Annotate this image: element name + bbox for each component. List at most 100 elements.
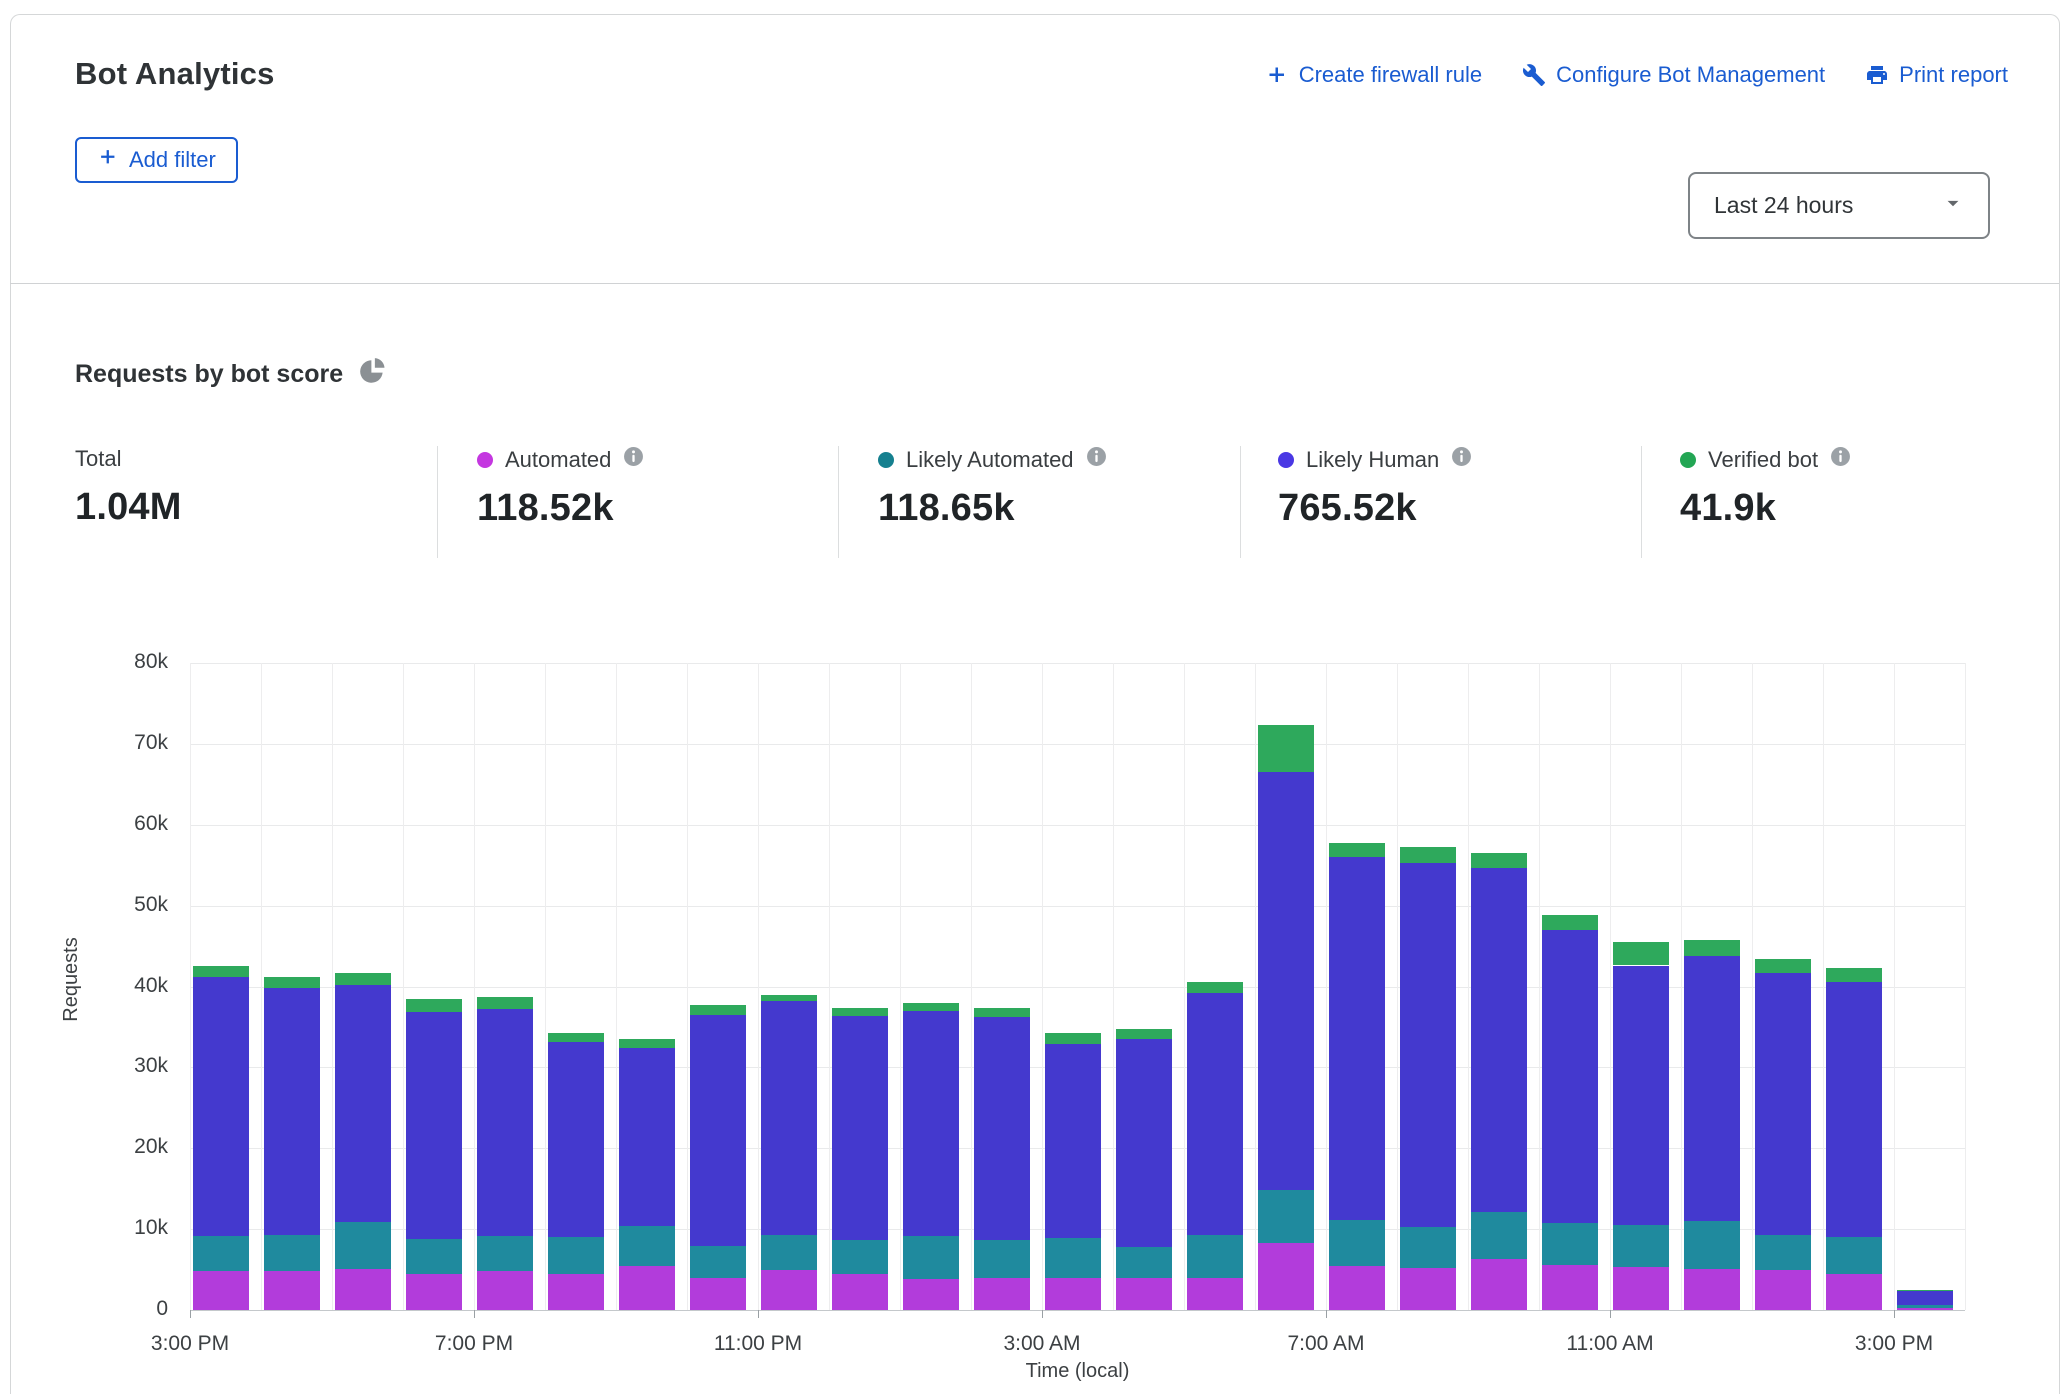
bar-segment-automated[interactable] <box>264 1271 320 1310</box>
bar-segment-likely-automated[interactable] <box>1684 1221 1740 1269</box>
bar-segment-likely-human[interactable] <box>903 1011 959 1237</box>
bar-segment-likely-automated[interactable] <box>1045 1238 1101 1278</box>
bar-segment-verified-bot[interactable] <box>1045 1033 1101 1044</box>
bar-segment-likely-automated[interactable] <box>193 1236 249 1271</box>
bar-segment-likely-human[interactable] <box>1258 772 1314 1189</box>
bar-segment-likely-automated[interactable] <box>335 1222 391 1269</box>
bar-segment-verified-bot[interactable] <box>1542 915 1598 930</box>
bar-segment-likely-automated[interactable] <box>1400 1227 1456 1268</box>
bar-segment-verified-bot[interactable] <box>1613 942 1669 965</box>
bar-segment-verified-bot[interactable] <box>1329 843 1385 858</box>
bar-segment-likely-human[interactable] <box>690 1015 746 1246</box>
bar-segment-likely-automated[interactable] <box>1116 1247 1172 1279</box>
time-range-dropdown[interactable]: Last 24 hours <box>1688 172 1990 239</box>
bar-segment-verified-bot[interactable] <box>264 977 320 988</box>
bar-segment-likely-human[interactable] <box>548 1042 604 1238</box>
bar-segment-verified-bot[interactable] <box>619 1039 675 1048</box>
bar-segment-automated[interactable] <box>477 1271 533 1310</box>
bar-segment-verified-bot[interactable] <box>406 999 462 1012</box>
bar-segment-automated[interactable] <box>1258 1243 1314 1310</box>
bar-segment-verified-bot[interactable] <box>974 1008 1030 1018</box>
bar-segment-automated[interactable] <box>761 1270 817 1310</box>
legend-item-likely-automated[interactable]: Likely Automated <box>878 446 1107 473</box>
info-icon[interactable] <box>1451 446 1472 473</box>
bar-segment-verified-bot[interactable] <box>1258 725 1314 772</box>
bar-segment-likely-human[interactable] <box>1897 1291 1953 1306</box>
bar-segment-automated[interactable] <box>335 1269 391 1310</box>
bar-segment-likely-automated[interactable] <box>1329 1220 1385 1265</box>
bar-segment-likely-human[interactable] <box>761 1001 817 1235</box>
bar-segment-verified-bot[interactable] <box>1116 1029 1172 1040</box>
bar-segment-likely-human[interactable] <box>832 1016 888 1240</box>
bar-segment-likely-automated[interactable] <box>264 1235 320 1271</box>
add-filter-button[interactable]: Add filter <box>75 137 238 183</box>
bar-segment-verified-bot[interactable] <box>335 973 391 985</box>
bar-segment-verified-bot[interactable] <box>1826 968 1882 983</box>
bar-segment-verified-bot[interactable] <box>477 997 533 1009</box>
bar-segment-likely-human[interactable] <box>1755 973 1811 1235</box>
info-icon[interactable] <box>1830 446 1851 473</box>
legend-item-automated[interactable]: Automated <box>477 446 644 473</box>
bar-segment-verified-bot[interactable] <box>1187 982 1243 993</box>
bar-segment-automated[interactable] <box>1542 1265 1598 1310</box>
bar-segment-automated[interactable] <box>193 1271 249 1310</box>
bar-segment-likely-automated[interactable] <box>690 1246 746 1278</box>
bar-segment-likely-human[interactable] <box>1045 1044 1101 1238</box>
bar-segment-likely-automated[interactable] <box>406 1239 462 1274</box>
bar-segment-verified-bot[interactable] <box>193 966 249 977</box>
bar-segment-verified-bot[interactable] <box>1400 847 1456 862</box>
bar-segment-verified-bot[interactable] <box>1897 1290 1953 1291</box>
bar-segment-automated[interactable] <box>974 1278 1030 1310</box>
legend-item-likely-human[interactable]: Likely Human <box>1278 446 1472 473</box>
bar-segment-verified-bot[interactable] <box>761 995 817 1001</box>
bar-segment-likely-automated[interactable] <box>619 1226 675 1266</box>
bar-segment-likely-automated[interactable] <box>832 1240 888 1275</box>
bar-segment-automated[interactable] <box>903 1279 959 1310</box>
bar-segment-likely-human[interactable] <box>1116 1039 1172 1247</box>
bar-segment-likely-automated[interactable] <box>1897 1305 1953 1307</box>
bar-segment-verified-bot[interactable] <box>690 1005 746 1015</box>
bar-segment-likely-human[interactable] <box>477 1009 533 1235</box>
bar-segment-likely-human[interactable] <box>974 1017 1030 1239</box>
bar-segment-likely-human[interactable] <box>406 1012 462 1239</box>
bar-segment-verified-bot[interactable] <box>1684 940 1740 955</box>
bar-segment-likely-human[interactable] <box>193 977 249 1237</box>
bar-segment-automated[interactable] <box>1400 1268 1456 1310</box>
bar-segment-automated[interactable] <box>1897 1308 1953 1310</box>
bar-segment-automated[interactable] <box>1116 1278 1172 1310</box>
bar-segment-automated[interactable] <box>1613 1267 1669 1310</box>
bar-segment-automated[interactable] <box>1187 1278 1243 1310</box>
bar-segment-likely-human[interactable] <box>1471 868 1527 1212</box>
bar-segment-automated[interactable] <box>1471 1259 1527 1310</box>
info-icon[interactable] <box>1086 446 1107 473</box>
legend-item-verified-bot[interactable]: Verified bot <box>1680 446 1851 473</box>
bar-segment-likely-automated[interactable] <box>974 1240 1030 1279</box>
bar-segment-automated[interactable] <box>690 1278 746 1310</box>
create-firewall-rule-link[interactable]: Create firewall rule <box>1265 62 1482 88</box>
bar-segment-automated[interactable] <box>619 1266 675 1310</box>
bar-segment-automated[interactable] <box>1329 1266 1385 1310</box>
configure-bot-management-link[interactable]: Configure Bot Management <box>1522 62 1825 88</box>
bar-segment-verified-bot[interactable] <box>903 1003 959 1011</box>
bar-segment-likely-human[interactable] <box>619 1048 675 1226</box>
bar-segment-automated[interactable] <box>548 1274 604 1310</box>
bar-segment-likely-automated[interactable] <box>761 1235 817 1270</box>
bar-segment-likely-automated[interactable] <box>1258 1190 1314 1243</box>
bar-segment-likely-human[interactable] <box>1684 956 1740 1221</box>
bar-segment-automated[interactable] <box>406 1274 462 1310</box>
bar-segment-likely-human[interactable] <box>1329 857 1385 1220</box>
bar-segment-automated[interactable] <box>1755 1270 1811 1310</box>
bar-segment-automated[interactable] <box>1045 1278 1101 1310</box>
bar-segment-likely-automated[interactable] <box>1613 1225 1669 1267</box>
info-icon[interactable] <box>623 446 644 473</box>
bar-segment-likely-human[interactable] <box>1542 930 1598 1223</box>
bar-segment-verified-bot[interactable] <box>832 1008 888 1016</box>
bar-segment-verified-bot[interactable] <box>1755 959 1811 973</box>
bar-segment-automated[interactable] <box>1684 1269 1740 1310</box>
bar-segment-likely-automated[interactable] <box>1755 1235 1811 1270</box>
bar-segment-likely-human[interactable] <box>1187 993 1243 1235</box>
bar-segment-likely-automated[interactable] <box>1187 1235 1243 1278</box>
bar-segment-likely-human[interactable] <box>1400 863 1456 1227</box>
print-report-link[interactable]: Print report <box>1865 62 2008 88</box>
bar-segment-verified-bot[interactable] <box>548 1033 604 1042</box>
